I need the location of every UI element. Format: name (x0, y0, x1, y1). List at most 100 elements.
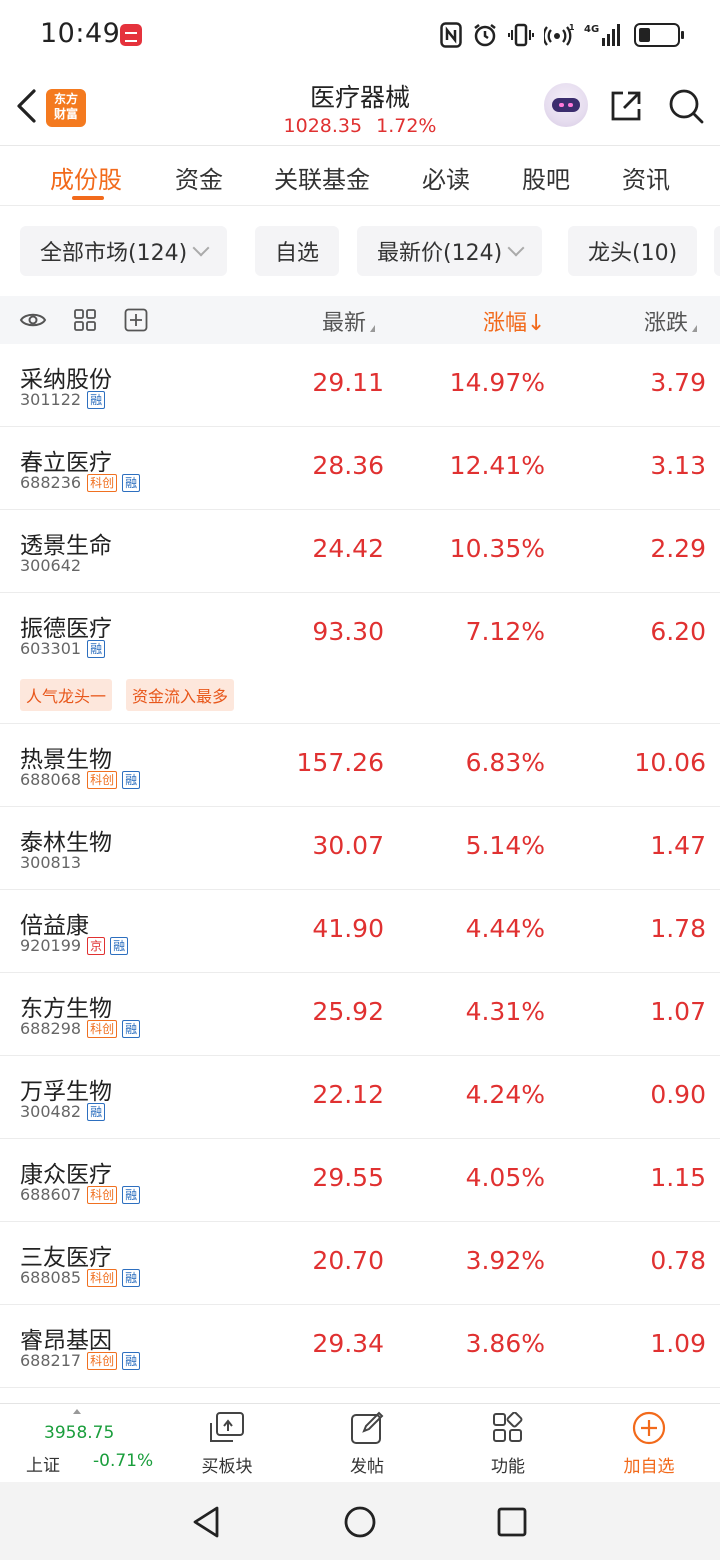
page-header: 东方 财富 医疗器械 1028.35 1.72% (0, 70, 720, 146)
hot-tag-badge[interactable]: 人气龙头一 (20, 679, 113, 711)
app-notification-icon (120, 24, 142, 46)
svg-text:4G: 4G (584, 24, 599, 35)
status-time: 10:49 (40, 18, 121, 49)
functions-label: 功能 (491, 1457, 525, 1477)
stock-row[interactable]: 三友医疗 688085 科创融 20.70 3.92% 0.78 (0, 1222, 720, 1305)
expand-caret-icon[interactable] (73, 1409, 81, 1414)
stock-pct-change: 10.35% (449, 534, 545, 563)
stock-row[interactable]: 倍益康 920199 京融 41.90 4.44% 1.78 (0, 890, 720, 973)
stock-price: 157.26 (296, 748, 384, 777)
robot-face (552, 98, 580, 112)
stock-row[interactable]: 康众医疗 688607 科创融 29.55 4.05% 1.15 (0, 1139, 720, 1222)
vibrate-icon (508, 22, 534, 48)
stock-name: 热景生物 (20, 747, 112, 773)
index-name[interactable]: 上证 (26, 1451, 60, 1476)
stock-row[interactable]: 东方生物 688298 科创融 25.92 4.31% 1.07 (0, 973, 720, 1056)
price-column-header[interactable]: 最新 (322, 305, 376, 337)
watchlist-filter[interactable]: 自选 (255, 226, 340, 276)
change-column-header[interactable]: 涨跌 (644, 305, 698, 337)
market-filter-label: 全部市场(124) (40, 241, 188, 266)
grid-view-icon[interactable] (71, 306, 99, 334)
functions-button[interactable]: 功能 (463, 1410, 553, 1480)
stock-change: 1.47 (650, 831, 706, 860)
assistant-robot-icon[interactable] (544, 83, 588, 127)
nav-back-button[interactable] (186, 1502, 226, 1542)
add-column-icon[interactable] (122, 306, 150, 334)
stock-name: 东方生物 (20, 996, 112, 1022)
tab-news[interactable]: 资讯 (622, 160, 670, 195)
price-filter[interactable]: 最新价(124) (357, 226, 543, 276)
stock-code-line: 688217 科创融 (20, 1351, 141, 1370)
stock-code-line: 300813 (20, 853, 82, 872)
stock-price: 30.07 (312, 831, 384, 860)
post-button[interactable]: 发帖 (322, 1410, 412, 1480)
stock-row[interactable]: 透景生命 300642 24.42 10.35% 2.29 (0, 510, 720, 593)
stock-tag: 融 (122, 1351, 141, 1370)
tab-funds-flow[interactable]: 资金 (175, 160, 223, 195)
stock-change: 10.06 (634, 748, 706, 777)
price-filter-label: 最新价(124) (377, 241, 503, 266)
hot-tag-badge[interactable]: 资金流入最多 (126, 679, 235, 711)
stock-code-line: 603301 融 (20, 639, 106, 658)
stock-pct-change: 4.44% (465, 914, 545, 943)
stock-code-line: 688068 科创融 (20, 770, 141, 789)
tab-constituents[interactable]: 成份股 (50, 160, 122, 195)
stock-change: 1.15 (650, 1163, 706, 1192)
stock-tag: 科创 (87, 1185, 118, 1204)
market-filter[interactable]: 全部市场(124) (20, 226, 228, 276)
nav-recents-button[interactable] (492, 1502, 532, 1542)
pct-column-header[interactable]: 涨幅↓ (483, 305, 545, 337)
stock-name: 采纳股份 (20, 367, 112, 393)
stock-row[interactable]: 万孚生物 300482 融 22.12 4.24% 0.90 (0, 1056, 720, 1139)
sort-triangle-icon (370, 325, 376, 332)
stock-name: 三友医疗 (20, 1245, 112, 1271)
buy-sector-label: 买板块 (201, 1457, 253, 1477)
more-filter-chip[interactable] (714, 226, 720, 276)
stock-row[interactable]: 春立医疗 688236 科创融 28.36 12.41% 3.13 (0, 427, 720, 510)
system-nav-bar (0, 1482, 720, 1560)
eye-icon[interactable] (19, 306, 47, 334)
stock-pct-change: 5.14% (465, 831, 545, 860)
share-icon (611, 91, 641, 121)
stock-row[interactable]: 热景生物 688068 科创融 157.26 6.83% 10.06 (0, 724, 720, 807)
triangle-back-icon (193, 1506, 219, 1538)
stock-tag: 融 (87, 1102, 106, 1121)
stock-name: 泰林生物 (20, 830, 112, 856)
stock-tag: 融 (122, 473, 141, 492)
stock-pct-change: 4.24% (465, 1080, 545, 1109)
buy-sector-button[interactable]: 买板块 (182, 1410, 272, 1480)
stock-price: 29.11 (312, 368, 384, 397)
stock-row[interactable]: 振德医疗 603301 融 93.30 7.12% 6.20 人气龙头一 资金流入最多 (0, 593, 720, 724)
stock-code: 688085 (20, 1268, 82, 1287)
stock-code: 920199 (20, 936, 82, 955)
tab-related-funds[interactable]: 关联基金 (274, 160, 370, 195)
stock-name: 振德医疗 (20, 616, 112, 642)
stock-row[interactable]: 泰林生物 300813 30.07 5.14% 1.47 (0, 807, 720, 890)
stock-code: 688607 (20, 1185, 82, 1204)
leader-filter-label: 龙头(10) (588, 241, 678, 266)
circle-home-icon (344, 1506, 376, 1538)
stock-code-line: 688298 科创融 (20, 1019, 141, 1038)
status-icons: 1 4G (440, 20, 684, 50)
tab-forum[interactable]: 股吧 (522, 160, 570, 195)
stock-name: 康众医疗 (20, 1162, 112, 1188)
tab-must-read[interactable]: 必读 (422, 160, 470, 195)
stock-code: 300813 (20, 853, 82, 872)
stock-tag: 融 (87, 390, 106, 409)
table-header: 最新 涨幅↓ 涨跌 (0, 296, 720, 344)
stock-row[interactable]: 采纳股份 301122 融 29.11 14.97% 3.79 (0, 344, 720, 427)
sector-index-value: 1028.35 (283, 115, 363, 137)
leader-filter[interactable]: 龙头(10) (568, 226, 698, 276)
search-button[interactable] (666, 86, 706, 126)
nav-home-button[interactable] (340, 1502, 380, 1542)
add-watchlist-button[interactable]: 加自选 (604, 1410, 694, 1480)
stock-tag: 科创 (87, 473, 118, 492)
svg-text:1: 1 (569, 23, 574, 32)
battery-icon (634, 23, 684, 47)
share-button[interactable] (606, 86, 646, 126)
index-value[interactable]: 3958.75 (44, 1423, 114, 1443)
stock-code: 300642 (20, 556, 82, 575)
stock-row[interactable]: 睿昂基因 688217 科创融 29.34 3.86% 1.09 (0, 1305, 720, 1388)
index-change[interactable]: -0.71% (93, 1451, 153, 1471)
status-bar: 10:49 1 4G (0, 0, 720, 70)
